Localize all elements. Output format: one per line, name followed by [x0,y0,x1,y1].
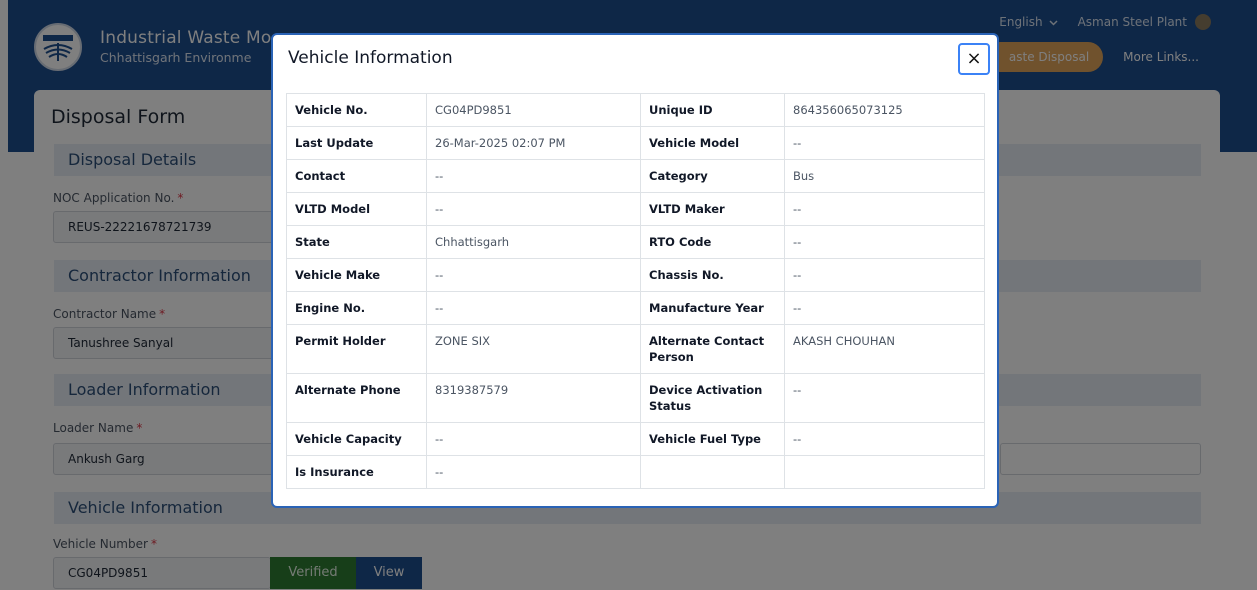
value-cell: -- [784,258,985,292]
table-row: Vehicle No. CG04PD9851 Unique ID 8643560650… [286,93,985,127]
value-cell: -- [784,126,985,160]
value-cell: -- [426,422,641,456]
value-cell: AKASH CHOUHAN [784,324,985,374]
value-cell: -- [426,455,641,489]
key-cell: Vehicle Model [640,126,785,160]
key-cell: Last Update [286,126,427,160]
value-cell: -- [784,422,985,456]
key-cell: State [286,225,427,259]
key-cell: Contact [286,159,427,193]
value-cell: -- [426,291,641,325]
value-cell: -- [784,373,985,423]
value-cell: Bus [784,159,985,193]
key-cell: Unique ID [640,93,785,127]
table-row: Alternate Phone 8319387579 Device Activati… [286,373,985,423]
key-cell: RTO Code [640,225,785,259]
key-cell [640,455,785,489]
table-row: State Chhattisgarh RTO Code -- [286,225,985,259]
key-cell: Vehicle No. [286,93,427,127]
key-cell: Vehicle Make [286,258,427,292]
value-cell: -- [426,159,641,193]
vehicle-info-modal: Vehicle Information × Vehicle No. CG04PD9… [271,33,999,508]
value-cell: -- [784,225,985,259]
table-row: VLTD Model -- VLTD Maker -- [286,192,985,226]
key-cell: VLTD Model [286,192,427,226]
value-cell: ZONE SIX [426,324,641,374]
close-icon: × [966,48,982,69]
close-button[interactable]: × [958,43,990,75]
table-row: Permit Holder ZONE SIX Alternate Contact P… [286,324,985,374]
value-cell [784,455,985,489]
value-cell: -- [784,192,985,226]
key-cell: Manufacture Year [640,291,785,325]
value-cell: -- [426,258,641,292]
key-cell: Permit Holder [286,324,427,374]
key-cell: Vehicle Capacity [286,422,427,456]
vehicle-info-table: Vehicle No. CG04PD9851 Unique ID 8643560650… [286,93,985,489]
value-cell: 864356065073125 [784,93,985,127]
table-row: Engine No. -- Manufacture Year -- [286,291,985,325]
value-cell: 26-Mar-2025 02:07 PM [426,126,641,160]
table-row: Vehicle Make -- Chassis No. -- [286,258,985,292]
value-cell: CG04PD9851 [426,93,641,127]
table-row: Is Insurance -- [286,455,985,489]
key-cell: Is Insurance [286,455,427,489]
value-cell: 8319387579 [426,373,641,423]
value-cell: -- [426,192,641,226]
key-cell: Device Activation Status [640,373,785,423]
key-cell: Category [640,159,785,193]
value-cell: Chhattisgarh [426,225,641,259]
key-cell: Vehicle Fuel Type [640,422,785,456]
key-cell: Alternate Contact Person [640,324,785,374]
value-cell: -- [784,291,985,325]
key-cell: Chassis No. [640,258,785,292]
key-cell: VLTD Maker [640,192,785,226]
key-cell: Alternate Phone [286,373,427,423]
key-cell: Engine No. [286,291,427,325]
table-row: Contact -- Category Bus [286,159,985,193]
modal-title: Vehicle Information [288,48,453,68]
table-row: Vehicle Capacity -- Vehicle Fuel Type -- [286,422,985,456]
table-row: Last Update 26-Mar-2025 02:07 PM Vehicle M… [286,126,985,160]
